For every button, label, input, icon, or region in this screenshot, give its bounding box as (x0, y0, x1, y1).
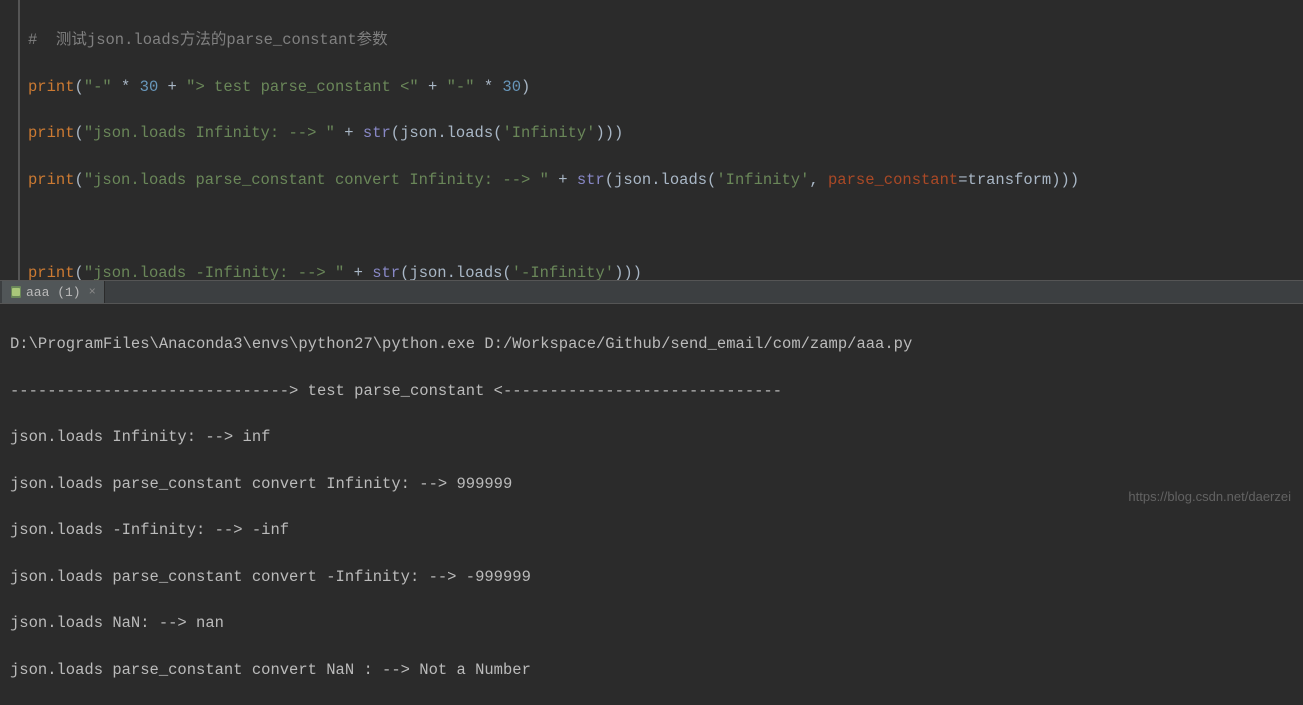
console-line: D:\ProgramFiles\Anaconda3\envs\python27\… (10, 333, 1293, 356)
code-line-blank (28, 215, 1303, 238)
console-line: json.loads parse_constant convert Infini… (10, 473, 1293, 496)
close-icon[interactable]: × (89, 285, 96, 299)
code-line-comment: # 测试json.loads方法的parse_constant参数 (28, 29, 1303, 52)
console-line: json.loads Infinity: --> inf (10, 426, 1293, 449)
console-line: json.loads parse_constant convert -Infin… (10, 566, 1293, 589)
console-line: ------------------------------> test par… (10, 380, 1293, 403)
console-output[interactable]: D:\ProgramFiles\Anaconda3\envs\python27\… (0, 304, 1303, 512)
console-line: json.loads NaN: --> nan (10, 612, 1293, 635)
run-tab-label: aaa (1) (26, 285, 81, 300)
python-file-icon (10, 286, 22, 298)
code-editor[interactable]: # 测试json.loads方法的parse_constant参数 print(… (18, 0, 1303, 280)
run-tab[interactable]: aaa (1) × (2, 281, 105, 303)
console-line: json.loads parse_constant convert NaN : … (10, 659, 1293, 682)
code-line: print("json.loads parse_constant convert… (28, 169, 1303, 192)
code-line: print("-" * 30 + "> test parse_constant … (28, 76, 1303, 99)
console-line: json.loads -Infinity: --> -inf (10, 519, 1293, 542)
code-line: print("json.loads Infinity: --> " + str(… (28, 122, 1303, 145)
code-line: print("json.loads -Infinity: --> " + str… (28, 262, 1303, 280)
run-tab-bar: aaa (1) × (0, 280, 1303, 304)
watermark: https://blog.csdn.net/daerzei (1128, 489, 1291, 504)
